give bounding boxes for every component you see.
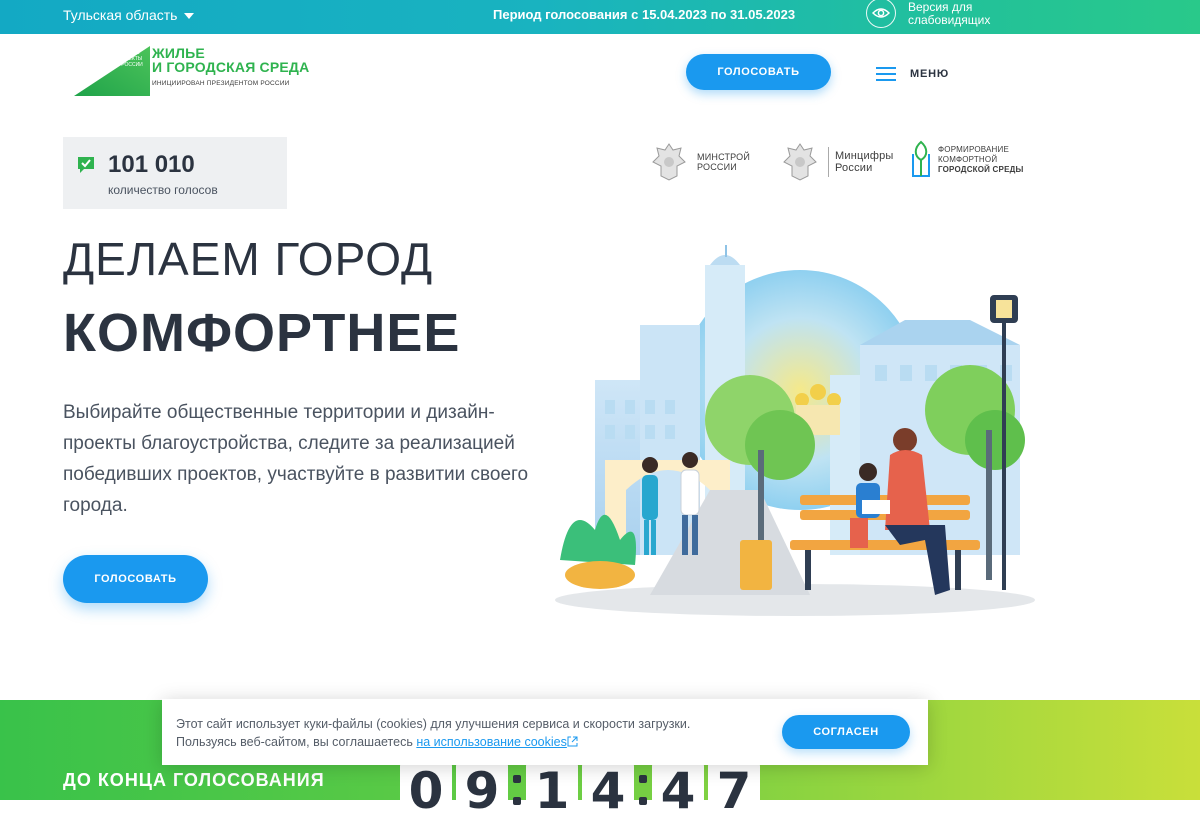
countdown-label: ДО КОНЦА ГОЛОСОВАНИЯ <box>63 770 325 790</box>
partner-minstroy-line1: МИНСТРОЙ <box>697 152 751 162</box>
hero-description: Выбирайте общественные территории и диза… <box>63 402 529 516</box>
partner-fkgs[interactable]: ФОРМИРОВАНИЕ КОМФОРТНОЙ ГОРОДСКОЙ СРЕДЫ <box>910 140 1024 180</box>
logo-text: ЖИЛЬЕ И ГОРОДСКАЯ СРЕДА ИНИЦИИРОВАН ПРЕЗ… <box>152 46 309 87</box>
coat-of-arms-icon <box>783 143 817 181</box>
votes-count-value: 101 010 <box>108 151 195 178</box>
cookie-agree-button[interactable]: СОГЛАСЕН <box>782 715 910 749</box>
countdown-digit: 4 <box>652 760 704 820</box>
top-bar: Тульская область Период голосования с 15… <box>0 0 1200 34</box>
partner-fkgs-line3: ГОРОДСКОЙ СРЕДЫ <box>938 165 1024 174</box>
logo-title-line2: И ГОРОДСКАЯ СРЕДА <box>152 59 310 75</box>
ballot-check-icon <box>78 157 94 173</box>
countdown-separator <box>512 760 522 820</box>
partner-mintsifry-label: Минцифры России <box>835 150 894 174</box>
fkgs-logo-icon <box>912 140 930 177</box>
external-link-icon <box>567 736 578 747</box>
region-selector[interactable]: Тульская область <box>63 7 195 23</box>
voting-period: Период голосования с 15.04.2023 по 31.05… <box>493 7 796 22</box>
countdown-separator <box>638 760 648 820</box>
hero-title-line1: ДЕЛАЕМ ГОРОД <box>63 233 434 285</box>
menu-label: МЕНЮ <box>910 68 949 80</box>
cookie-banner: Этот сайт использует куки-файлы (cookies… <box>162 699 928 765</box>
accessibility-version-link[interactable]: Версия для слабовидящих <box>866 0 990 28</box>
partner-fkgs-line2: КОМФОРТНОЙ <box>938 155 998 164</box>
cookie-policy-link[interactable]: на использование cookies <box>416 735 567 749</box>
partner-fkgs-label: ФОРМИРОВАНИЕ КОМФОРТНОЙ ГОРОДСКОЙ СРЕДЫ <box>938 145 1024 175</box>
eye-icon <box>866 0 896 28</box>
partner-mintsifry-line2: России <box>835 162 873 174</box>
city-park-illustration <box>555 245 1035 616</box>
hero-title-line2: КОМФОРТНЕЕ <box>63 303 461 363</box>
cookie-text-line1: Этот сайт использует куки-файлы (cookies… <box>176 717 691 731</box>
logo-badge-line3: РОССИИ <box>121 62 143 68</box>
menu-toggle[interactable]: МЕНЮ <box>876 63 949 85</box>
chevron-down-icon <box>184 12 195 19</box>
vote-button-hero[interactable]: ГОЛОСОВАТЬ <box>63 555 208 603</box>
partner-minstroy-line2: РОССИИ <box>697 162 737 172</box>
countdown-digit: 1 <box>526 760 578 820</box>
votes-count-label: количество голосов <box>108 183 218 197</box>
countdown-digit: 0 <box>400 760 452 820</box>
partner-minstroy-label: МИНСТРОЙ РОССИИ <box>697 152 750 172</box>
countdown-digit: 9 <box>456 760 508 820</box>
cookie-text-line2: Пользуясь веб-сайтом, вы соглашаетесь <box>176 735 413 749</box>
region-label: Тульская область <box>63 7 178 23</box>
partner-minstroy[interactable]: МИНСТРОЙ РОССИИ <box>647 140 750 184</box>
countdown-digit: 7 <box>708 760 760 820</box>
partner-mintsifry-line1: Минцифры <box>835 150 894 162</box>
logo-triangle-icon: НАЦИОНАЛЬНЫЕ ПРОЕКТЫ РОССИИ <box>74 46 150 96</box>
accessibility-label-line2: слабовидящих <box>908 13 991 27</box>
vote-button-header[interactable]: ГОЛОСОВАТЬ <box>686 54 831 90</box>
cookie-text: Этот сайт использует куки-файлы (cookies… <box>176 715 690 751</box>
partner-mintsifry[interactable]: Минцифры России <box>778 140 894 184</box>
coat-of-arms-icon <box>652 143 686 181</box>
partner-fkgs-line1: ФОРМИРОВАНИЕ <box>938 145 1010 154</box>
accessibility-label-line1: Версия для <box>908 0 973 14</box>
countdown-timer: 0 9 1 4 4 7 <box>400 760 760 820</box>
logo-subtitle: ИНИЦИИРОВАН ПРЕЗИДЕНТОМ РОССИИ <box>152 80 290 87</box>
votes-counter: 101 010 количество голосов <box>63 137 287 209</box>
logo-title-line1: ЖИЛЬЕ <box>152 45 205 61</box>
hamburger-icon <box>876 63 896 85</box>
accessibility-label: Версия для слабовидящих <box>908 1 990 27</box>
divider <box>828 147 829 177</box>
countdown-digit: 4 <box>582 760 634 820</box>
